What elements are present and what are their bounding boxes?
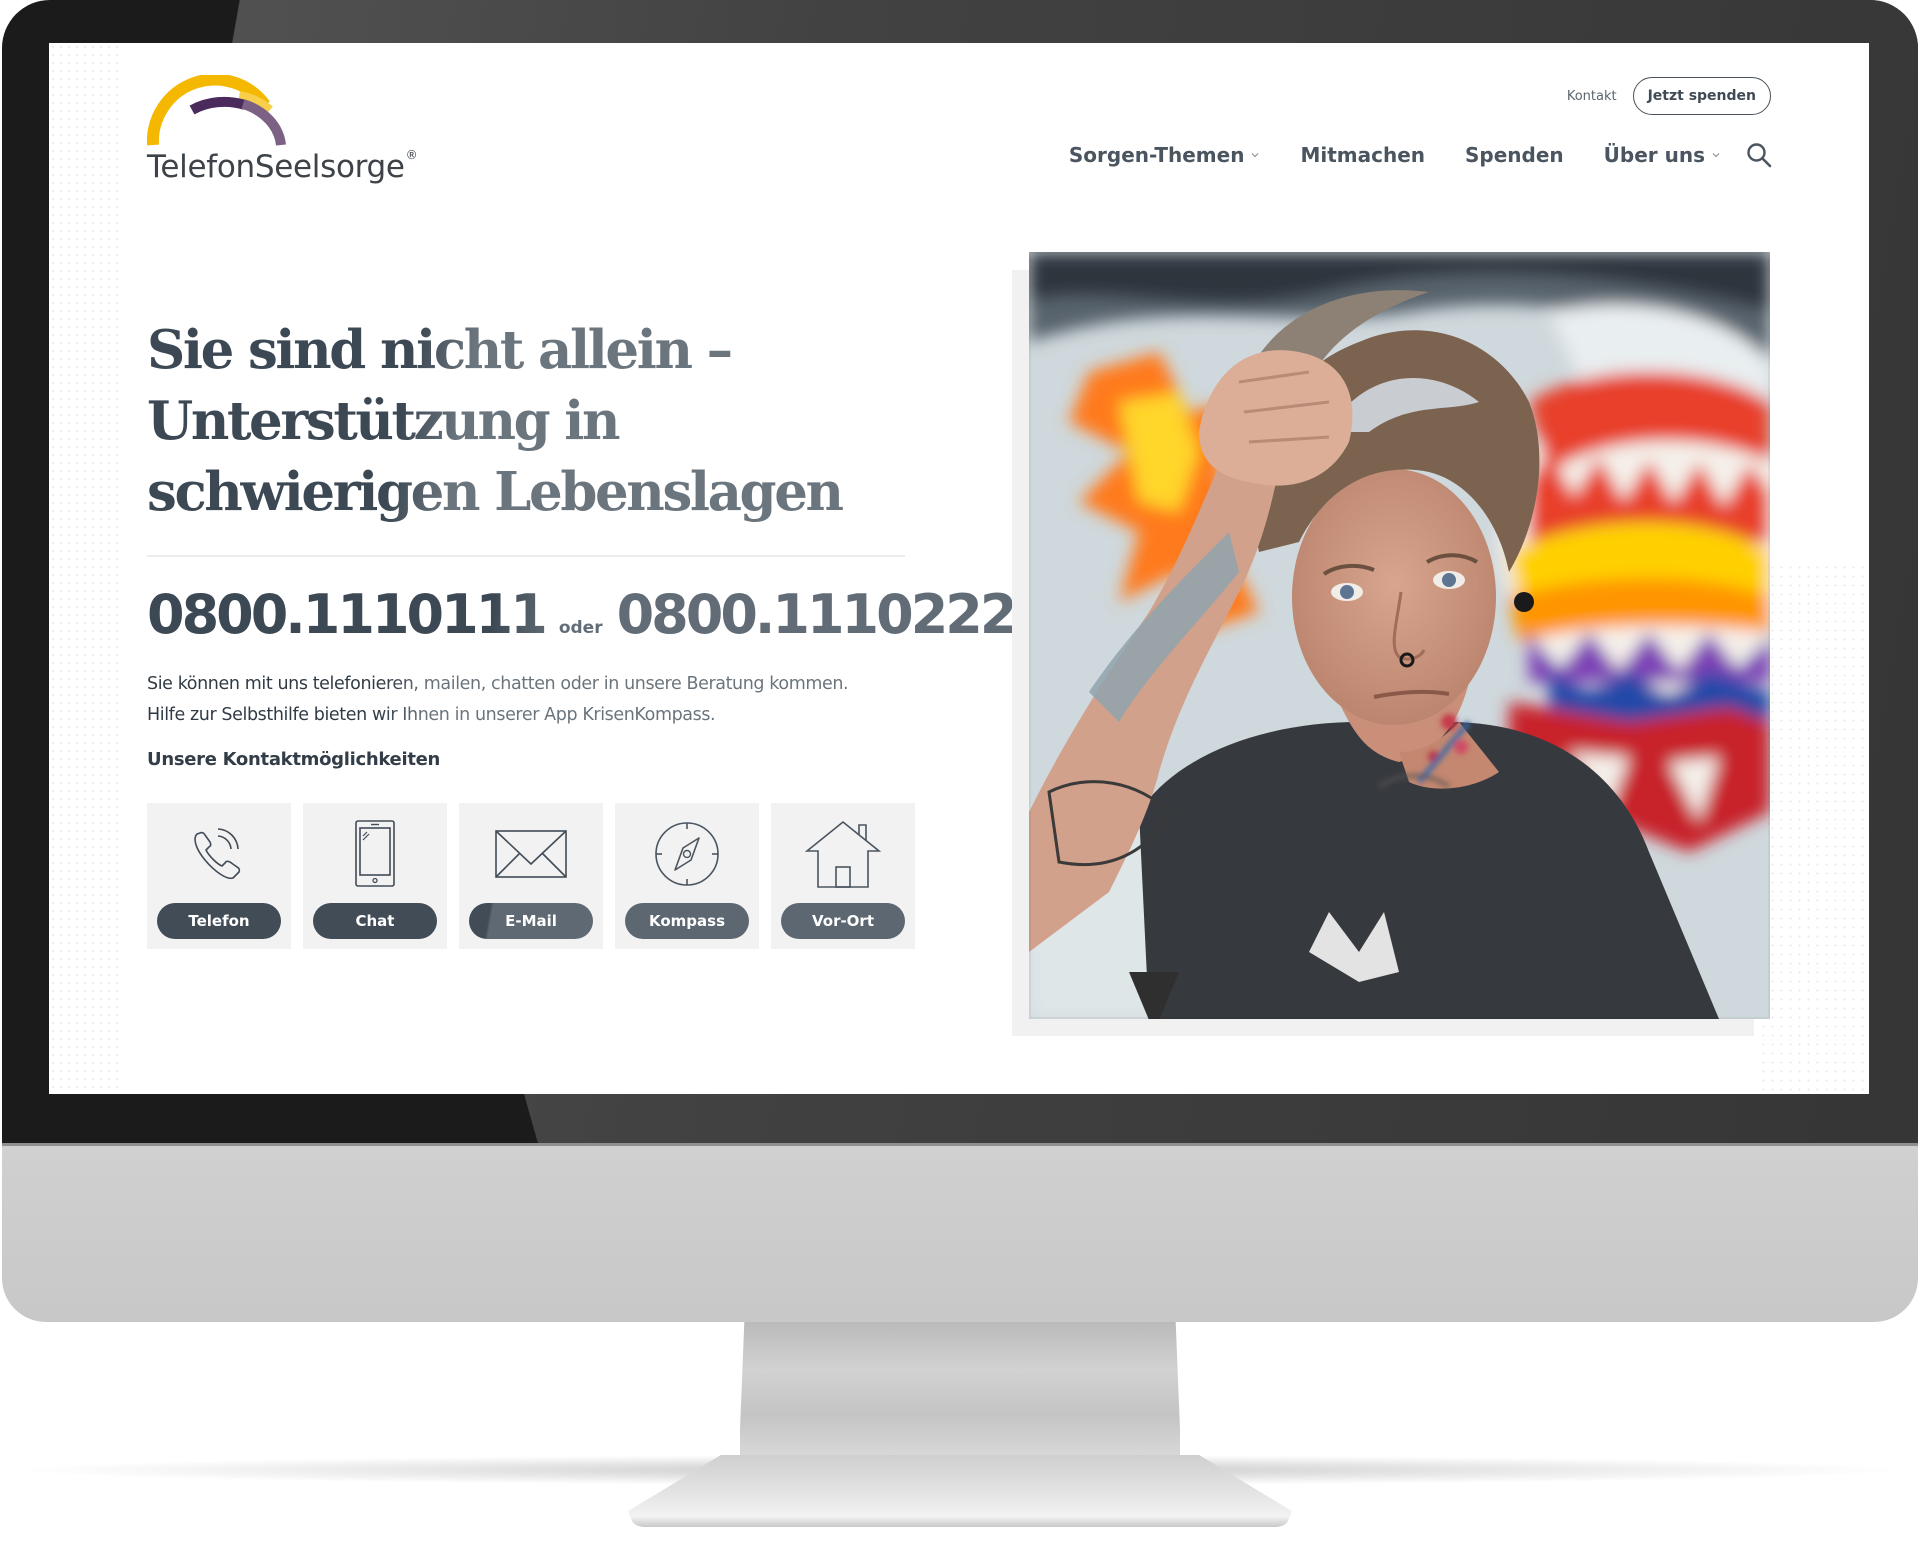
contact-options: Telefon Chat E-Mail Kompass Vor-Ort: [147, 803, 915, 949]
contact-button-vor-ort[interactable]: Vor-Ort: [781, 903, 905, 939]
smartphone-icon: [335, 819, 415, 889]
monitor-stand-base: [628, 1455, 1292, 1527]
contact-button-chat[interactable]: Chat: [313, 903, 437, 939]
nav-item-mitmachen[interactable]: Mitmachen: [1300, 143, 1425, 167]
search-icon: [1747, 143, 1772, 168]
compass-icon: [647, 819, 727, 889]
search-button[interactable]: [1745, 141, 1773, 169]
nav-item-spenden[interactable]: Spenden: [1465, 143, 1564, 167]
hotline-numbers: 0800.1110111 oder 0800.1110222: [147, 583, 1014, 646]
contact-button-kompass[interactable]: Kompass: [625, 903, 749, 939]
utility-nav: Kontakt Jetzt spenden: [1567, 77, 1771, 115]
nav-label: Spenden: [1465, 143, 1564, 167]
nav-label: Über uns: [1603, 143, 1705, 167]
hero-description: Sie können mit uns telefonieren, mailen,…: [147, 669, 927, 731]
chevron-down-icon: [1712, 153, 1720, 158]
website-screen: TelefonSeelsorge® Kontakt Jetzt spenden …: [49, 43, 1869, 1094]
house-icon: [803, 819, 883, 889]
envelope-icon: [491, 819, 571, 889]
phone-icon: [179, 819, 259, 889]
hero-title-line: Unterstützung in: [147, 390, 619, 452]
nav-item-sorgen-themen[interactable]: Sorgen-Themen: [1069, 143, 1261, 167]
hero-divider: [147, 555, 905, 557]
logo-wordmark: TelefonSeelsorge®: [147, 148, 418, 185]
dot-pattern: [1759, 563, 1869, 1094]
contact-card-vor-ort[interactable]: Vor-Ort: [771, 803, 915, 949]
donate-button[interactable]: Jetzt spenden: [1632, 77, 1771, 115]
contact-link[interactable]: Kontakt: [1567, 89, 1617, 104]
nav-item-ueber-uns[interactable]: Über uns: [1604, 143, 1721, 167]
contact-button-telefon[interactable]: Telefon: [157, 903, 281, 939]
nav-label: Sorgen-Themen: [1068, 143, 1245, 167]
hero-title-line: schwierigen Lebenslagen: [147, 461, 842, 523]
main-nav: Sorgen-Themen Mitmachen Spenden Über uns: [1069, 141, 1773, 169]
contact-card-telefon[interactable]: Telefon: [147, 803, 291, 949]
logo-arc-icon: [147, 75, 286, 146]
contact-card-chat[interactable]: Chat: [303, 803, 447, 949]
logo-wordmark-text: TelefonSeelsorge: [147, 149, 405, 185]
contact-card-kompass[interactable]: Kompass: [615, 803, 759, 949]
bezel-seam: [2, 1143, 1918, 1146]
dot-pattern: [49, 43, 119, 1094]
hero-title-line: Sie sind nicht allein –: [147, 319, 731, 381]
site-logo[interactable]: TelefonSeelsorge®: [147, 75, 427, 195]
hero-title: Sie sind nicht allein – Unterstützung in…: [147, 315, 867, 528]
chevron-down-icon: [1252, 153, 1259, 158]
phone-separator: oder: [558, 618, 603, 638]
contact-options-heading: Unsere Kontaktmöglichkeiten: [147, 749, 441, 770]
description-line: Hilfe zur Selbsthilfe bieten wir Ihnen i…: [147, 705, 716, 725]
phone-number-secondary[interactable]: 0800.1110222: [617, 583, 1015, 646]
description-line: Sie können mit uns telefonieren, mailen,…: [147, 674, 849, 694]
contact-card-email[interactable]: E-Mail: [459, 803, 603, 949]
hero-photo-illustration: [1029, 252, 1770, 1019]
registered-mark: ®: [405, 148, 418, 162]
hero-photo: [1029, 252, 1770, 1019]
phone-number-primary[interactable]: 0800.1110111: [147, 583, 545, 646]
monitor-chin: [2, 1130, 1918, 1322]
nav-label: Mitmachen: [1300, 143, 1426, 167]
contact-button-email[interactable]: E-Mail: [469, 903, 593, 939]
monitor-stand-neck: [740, 1320, 1180, 1465]
